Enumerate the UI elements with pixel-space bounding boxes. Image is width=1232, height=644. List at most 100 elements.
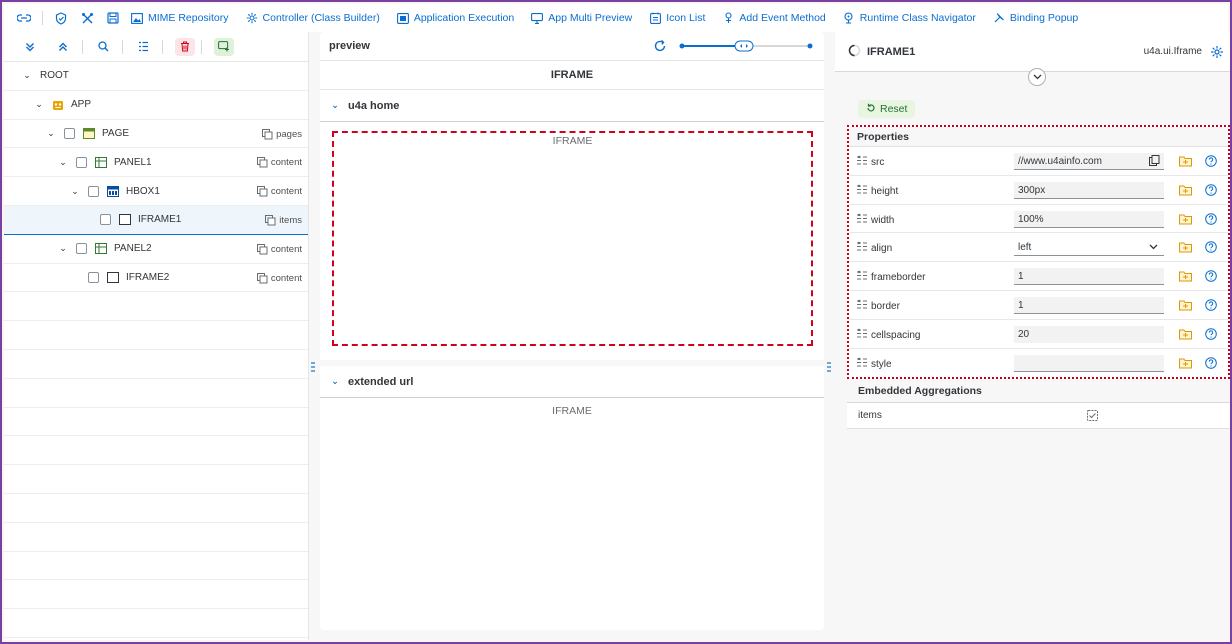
tree-node-iframe1[interactable]: IFRAME1 items [4, 205, 308, 235]
tree-checkbox[interactable] [76, 156, 87, 168]
chevron-down-icon[interactable]: ⌄ [22, 70, 32, 81]
property-name: align [871, 243, 893, 255]
tree-node-root[interactable]: ⌄ ROOT [4, 62, 308, 91]
property-input-style[interactable] [1014, 354, 1164, 372]
chevron-down-icon[interactable]: ⌄ [70, 186, 80, 196]
tree-checkbox[interactable] [100, 214, 111, 226]
folder-icon[interactable] [1179, 155, 1192, 167]
help-icon[interactable] [1205, 299, 1217, 311]
iframe-icon [119, 214, 131, 226]
tree-list-icon[interactable] [135, 39, 151, 55]
aggregation-label: content [270, 243, 302, 255]
help-icon[interactable] [1205, 356, 1217, 369]
property-input-border[interactable]: 1 [1014, 296, 1164, 314]
section-title: u4a home [348, 99, 400, 112]
property-type-icon [857, 299, 867, 309]
event-icon [722, 12, 734, 24]
search-icon[interactable] [95, 39, 111, 55]
runtime-class-navigator-button[interactable]: Runtime Class Navigator [843, 12, 976, 24]
folder-icon[interactable] [1179, 213, 1192, 225]
tree-empty-row [4, 494, 308, 523]
selected-iframe-preview[interactable]: IFRAME [332, 131, 813, 346]
iframe-placeholder-label: IFRAME [552, 405, 592, 417]
property-value: 1 [1018, 271, 1024, 283]
property-input-frameborder[interactable]: 1 [1014, 268, 1164, 286]
reset-icon [866, 103, 876, 116]
tree-node-hbox1[interactable]: ⌄ HBOX1 content [4, 177, 308, 206]
shield-icon[interactable] [53, 10, 69, 26]
tree-node-panel1[interactable]: ⌄ PANEL1 content [4, 148, 308, 178]
tree-node-panel2[interactable]: ⌄ PANEL2 content [4, 235, 308, 264]
chevron-down-icon[interactable]: ⌄ [58, 157, 68, 167]
link-icon[interactable] [16, 10, 32, 26]
copy-icon[interactable] [1149, 155, 1160, 166]
chevron-down-icon[interactable]: ⌄ [58, 243, 68, 254]
selected-ui-title: IFRAME1 [867, 45, 916, 58]
list-icon [649, 12, 661, 24]
chevron-down-icon[interactable]: ⌄ [46, 128, 56, 138]
help-icon[interactable] [1205, 212, 1217, 225]
binding-popup-label: Binding Popup [1009, 12, 1079, 24]
help-icon[interactable] [1205, 155, 1217, 167]
aggregation-label: content [270, 157, 302, 169]
folder-icon[interactable] [1179, 299, 1192, 311]
folder-icon[interactable] [1179, 241, 1192, 253]
chevron-down-icon[interactable]: ⌄ [34, 99, 44, 110]
tree-node-iframe2[interactable]: IFRAME2 content [4, 264, 308, 293]
tree-checkbox[interactable] [64, 127, 75, 139]
help-icon[interactable] [1205, 241, 1217, 254]
expand-all-icon[interactable] [22, 39, 38, 55]
add-event-method-button[interactable]: Add Event Method [722, 12, 826, 24]
tree-node-page[interactable]: ⌄ PAGE pages [4, 120, 308, 149]
left-splitter-handle[interactable] [310, 360, 316, 374]
settings-icon[interactable] [1210, 45, 1224, 59]
tree-node-app[interactable]: ⌄ APP [4, 91, 308, 120]
property-type-icon [857, 155, 867, 165]
properties-panel: IFRAME1 u4a.ui.Iframe Reset Properties s… [835, 32, 1230, 640]
mime-repository-button[interactable]: MIME Repository [131, 12, 229, 24]
application-execution-label: Application Execution [413, 12, 515, 24]
folder-icon[interactable] [1179, 357, 1192, 369]
property-select-align[interactable]: left [1014, 239, 1164, 257]
property-input-cellspacing[interactable]: 20 [1014, 325, 1164, 343]
property-row-width: width 100% [849, 204, 1228, 234]
delete-icon[interactable] [175, 37, 195, 56]
refresh-icon[interactable] [653, 39, 667, 53]
save-icon[interactable] [105, 10, 121, 26]
section-u4a-home-header[interactable]: ⌄ u4a home [320, 90, 824, 122]
property-input-width[interactable]: 100% [1014, 210, 1164, 228]
help-icon[interactable] [1205, 183, 1217, 196]
tree-checkbox[interactable] [88, 185, 99, 197]
folder-icon[interactable] [1179, 328, 1192, 340]
property-row-cellspacing: cellspacing 20 [849, 319, 1228, 349]
controller-button[interactable]: Controller (Class Builder) [246, 12, 380, 24]
section-extended-url-header[interactable]: ⌄ extended url [320, 366, 824, 398]
application-execution-button[interactable]: Application Execution [396, 12, 515, 24]
copy-icon [262, 128, 273, 140]
folder-icon[interactable] [1179, 270, 1192, 282]
section-extended-url: ⌄ extended url IFRAME [320, 366, 824, 417]
tree-checkbox[interactable] [88, 271, 99, 283]
icon-list-button[interactable]: Icon List [649, 12, 705, 24]
folder-icon[interactable] [1179, 184, 1192, 196]
add-ui-icon[interactable] [214, 37, 234, 56]
properties-header: IFRAME1 u4a.ui.Iframe [835, 32, 1230, 72]
tree-checkbox[interactable] [76, 243, 87, 255]
tools-icon[interactable] [79, 10, 95, 26]
right-splitter-handle[interactable] [826, 360, 832, 374]
zoom-slider[interactable] [678, 39, 818, 53]
help-icon[interactable] [1205, 270, 1217, 282]
collapse-all-icon[interactable] [55, 39, 71, 55]
spinner-icon [848, 44, 861, 60]
reset-button[interactable]: Reset [858, 100, 916, 118]
binding-popup-button[interactable]: Binding Popup [993, 12, 1078, 24]
collapse-header-button[interactable] [1028, 68, 1046, 86]
app-multi-preview-button[interactable]: App Multi Preview [531, 12, 632, 24]
checklist-icon[interactable] [1087, 410, 1098, 422]
help-icon[interactable] [1205, 327, 1217, 340]
property-input-height[interactable]: 300px [1014, 181, 1164, 199]
chevron-down-icon[interactable]: ⌄ [330, 376, 340, 387]
navigator-icon [843, 12, 855, 24]
property-input-src[interactable]: //www.u4ainfo.com [1014, 153, 1164, 170]
chevron-down-icon[interactable]: ⌄ [330, 100, 340, 111]
